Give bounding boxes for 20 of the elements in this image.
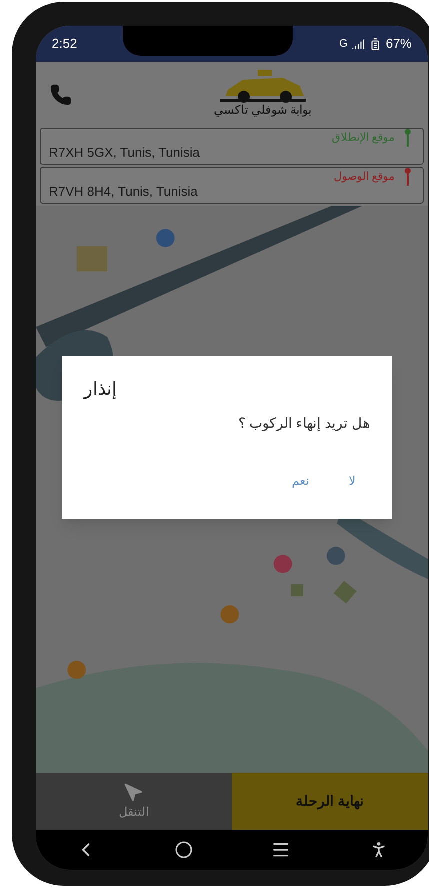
battery-icon	[368, 38, 382, 50]
phone-icon[interactable]	[50, 84, 72, 106]
location-label: موقع الإنطلاق	[332, 130, 395, 146]
dialog-button[interactable]: نعم	[292, 472, 309, 490]
dialog-title: إنذار	[84, 378, 117, 402]
end-trip-button[interactable]: نهاية الرحلة	[232, 773, 428, 830]
signal-icon	[352, 38, 365, 50]
home-icon[interactable]	[175, 841, 193, 859]
dialog-button[interactable]: لا	[349, 472, 356, 490]
clock: 2:52	[52, 35, 78, 54]
location-label: موقع الوصول	[334, 170, 395, 185]
address-text: R7XH 5GX, Tunis, Tunisia	[49, 144, 200, 162]
dialog-message: هل تريد إنهاء الركوب ؟	[238, 414, 370, 434]
navigate-button[interactable]: التنقل	[36, 773, 232, 830]
taxi-logo-icon	[218, 68, 308, 104]
address-text: R7VH 8H4, Tunis, Tunisia	[49, 182, 198, 200]
navigation-arrow-icon	[124, 782, 144, 802]
network-label: G	[339, 36, 348, 52]
logo-text: بوابة شوفلي تاكسي	[214, 104, 312, 116]
battery-percent: 67%	[386, 35, 412, 54]
